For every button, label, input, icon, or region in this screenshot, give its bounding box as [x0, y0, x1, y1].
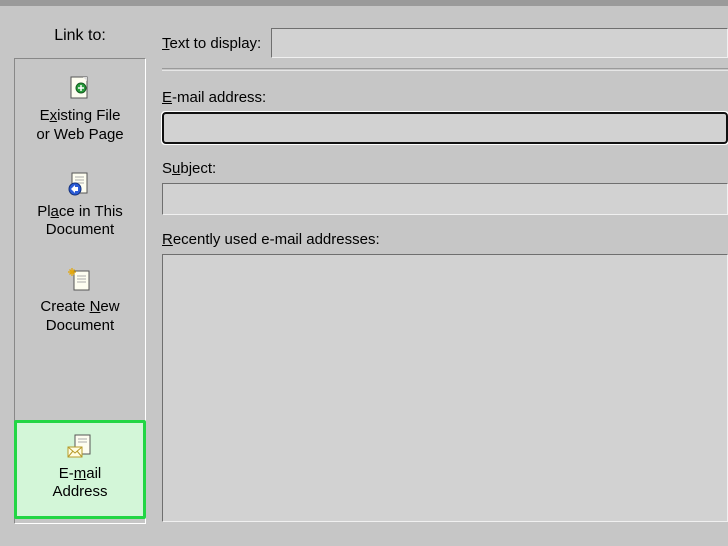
link-to-label: Link to: [14, 14, 146, 58]
insert-hyperlink-dialog: Link to: Existing Fileor Web Page [0, 0, 728, 546]
email-address-label: E-mail address: [162, 89, 728, 106]
existing-file-icon [66, 75, 94, 103]
place-in-document-icon [66, 171, 94, 199]
link-to-options-group: Existing Fileor Web Page Place in [15, 63, 145, 342]
email-address-icon [66, 433, 94, 461]
link-to-options: Existing Fileor Web Page Place in [14, 58, 146, 524]
sidebar-item-label: Place in ThisDocument [37, 203, 123, 241]
recently-used-listbox[interactable] [162, 254, 728, 522]
text-to-display-row: Text to display: [162, 28, 728, 58]
subject-input[interactable] [162, 183, 728, 215]
sidebar-item-email-address[interactable]: E-mailAddress [14, 420, 146, 520]
sidebar-item-create-new-document[interactable]: Create NewDocument [18, 260, 142, 342]
create-new-document-icon [66, 266, 94, 294]
sidebar-item-label: E-mailAddress [52, 465, 107, 503]
divider [162, 68, 728, 71]
email-address-row: E-mail address: [162, 89, 728, 144]
recently-used-row: Recently used e-mail addresses: [162, 231, 728, 522]
subject-row: Subject: [162, 160, 728, 215]
text-to-display-label: Text to display: [162, 35, 261, 52]
email-address-input[interactable] [162, 112, 728, 144]
sidebar-item-label: Existing Fileor Web Page [36, 107, 123, 145]
link-to-sidebar: Link to: Existing Fileor Web Page [14, 14, 146, 534]
text-to-display-input[interactable] [271, 28, 728, 58]
sidebar-item-place-in-document[interactable]: Place in ThisDocument [18, 165, 142, 247]
subject-label: Subject: [162, 160, 728, 177]
dialog-top-border [0, 0, 728, 6]
main-panel: Text to display: E-mail address: Subject… [162, 14, 728, 546]
recently-used-label: Recently used e-mail addresses: [162, 231, 728, 248]
sidebar-item-label: Create NewDocument [40, 298, 119, 336]
sidebar-item-existing-file[interactable]: Existing Fileor Web Page [18, 69, 142, 151]
